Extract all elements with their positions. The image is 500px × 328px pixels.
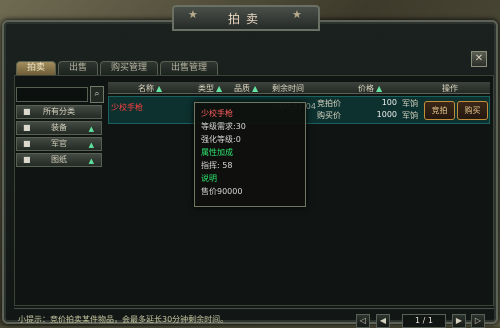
close-button[interactable]: ✕ (471, 51, 487, 67)
bid-price-value: 100 (381, 98, 397, 107)
buyout-price-value: 1000 (376, 110, 397, 119)
category-officer[interactable]: ■ 军官 ▲ (16, 137, 102, 151)
tooltip-sale-price: 售价90000 (201, 187, 243, 196)
category-equipment[interactable]: ■ 装备 ▲ (16, 121, 102, 135)
last-page-icon: ▷ (474, 316, 482, 325)
bullet-icon: ■ (23, 107, 31, 116)
table-header: 名称 ▲ 类型 ▲ 品质 ▲ 剩余时间 价格 ▲ 操作 (108, 82, 490, 94)
bullet-icon: ■ (23, 155, 31, 164)
search-input[interactable] (16, 87, 88, 102)
search-icon: ⌕ (94, 89, 100, 99)
column-header-name[interactable]: 名称 ▲ (138, 83, 162, 94)
column-header-action: 操作 (442, 84, 458, 93)
tooltip-strengthen-level: 强化等级:0 (201, 135, 241, 144)
item-tooltip: 少校手枪 等级需求:30 强化等级:0 属性加成 指挥: 58 说明 售价900… (194, 102, 306, 207)
expand-triangle-icon: ▲ (88, 125, 94, 133)
bid-currency: 军饷 (402, 99, 418, 108)
tooltip-item-name: 少校手枪 (201, 109, 233, 118)
tooltip-level-requirement: 等级需求:30 (201, 122, 246, 131)
footer-tip: 小提示：竞价拍卖某件物品，会最多延长30分钟剩余时间。 (18, 315, 229, 324)
tab-sale-management[interactable]: 出售管理 (160, 61, 219, 75)
expand-triangle-icon: ▲ (88, 141, 94, 149)
tab-purchase-management[interactable]: 购买管理 (100, 61, 159, 75)
column-header-time: 剩余时间 (272, 84, 304, 93)
prev-page-icon: ◀ (379, 316, 387, 325)
tab-sell[interactable]: 出售 (58, 61, 99, 75)
category-sidebar: ⌕ ■ 所有分类 ■ 装备 ▲ ■ 军官 ▲ ■ 图纸 ▲ (16, 82, 104, 172)
column-header-price[interactable]: 价格 ▲ (358, 83, 382, 94)
star-icon: ★ (188, 8, 198, 21)
bid-price-label: 竞拍价 (317, 99, 341, 108)
bid-button[interactable]: 竞拍 (424, 101, 455, 120)
category-all[interactable]: ■ 所有分类 (16, 105, 102, 119)
bullet-icon: ■ (23, 139, 31, 148)
auction-tabs: 拍卖 出售 购买管理 出售管理 (16, 61, 219, 75)
sort-up-icon: ▲ (376, 84, 383, 93)
next-page-icon: ▶ (455, 316, 463, 325)
sort-up-icon: ▲ (216, 84, 223, 93)
sort-up-icon: ▲ (156, 84, 163, 93)
star-icon: ★ (292, 8, 302, 21)
auction-window: ✕ 拍卖 出售 购买管理 出售管理 ⌕ ■ 所有分类 ■ 装备 ▲ ■ 军官 ▲… (2, 20, 498, 328)
buy-button[interactable]: 购买 (457, 101, 488, 120)
buyout-price-label: 购买价 (317, 111, 341, 120)
category-label: 军官 (51, 139, 67, 148)
first-page-icon: ◁ (359, 316, 367, 325)
tooltip-command: 指挥: 58 (201, 161, 233, 170)
category-blueprint[interactable]: ■ 图纸 ▲ (16, 153, 102, 167)
tooltip-attribute-header: 属性加成 (201, 148, 233, 157)
column-header-type[interactable]: 类型 ▲ (198, 83, 222, 94)
bullet-icon: ■ (23, 123, 31, 132)
item-name: 少校手枪 (111, 103, 143, 112)
tab-auction[interactable]: 拍卖 (16, 61, 57, 75)
category-label: 装备 (51, 123, 67, 132)
category-label: 所有分类 (43, 107, 75, 116)
column-header-quality[interactable]: 品质 ▲ (234, 83, 258, 94)
sort-up-icon: ▲ (252, 84, 259, 93)
expand-triangle-icon: ▲ (88, 157, 94, 165)
search-button[interactable]: ⌕ (90, 86, 104, 103)
tooltip-description-header: 说明 (201, 174, 217, 183)
divider (14, 308, 494, 309)
buyout-currency: 军饷 (402, 111, 418, 120)
category-label: 图纸 (51, 155, 67, 164)
